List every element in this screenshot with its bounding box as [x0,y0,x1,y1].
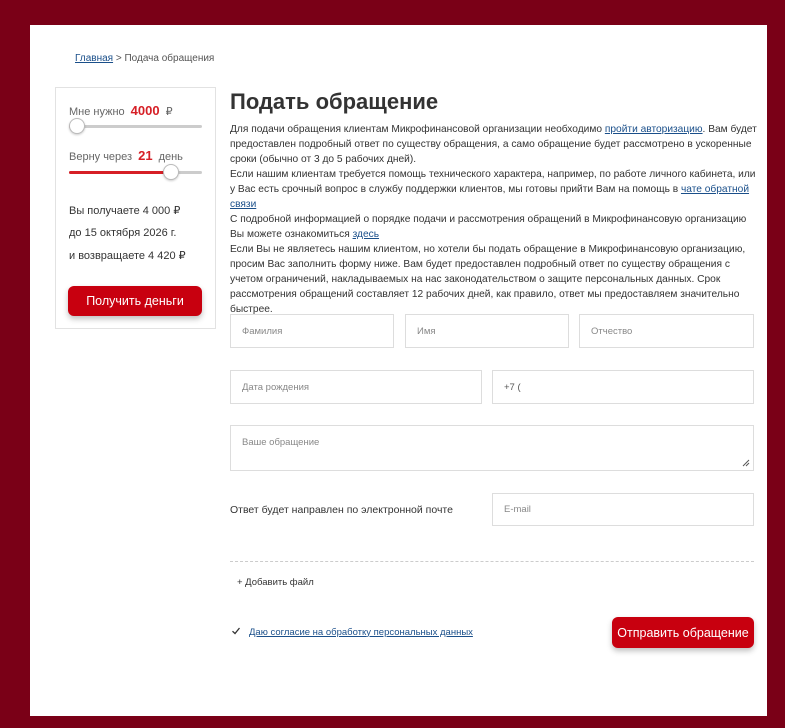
return-date: до 15 октября 2026 г. [69,227,177,239]
amount-label: Мне нужно [69,106,125,118]
amount-value: 4000 [130,103,160,118]
submit-button[interactable]: Отправить обращение [612,617,754,648]
amount-row: Мне нужно 4000 ₽ [69,103,173,118]
form-divider [230,561,754,562]
details-link[interactable]: здесь [353,229,379,240]
content-panel: Главная > Подача обращения Мне нужно 4000… [30,25,767,716]
term-slider-handle[interactable] [163,164,180,180]
add-file-button[interactable]: + Добавить файл [237,577,314,588]
intro-paragraph-1: Для подачи обращения клиентам Микрофинан… [230,122,758,167]
last-name-input[interactable] [230,314,394,348]
consent-link[interactable]: Даю согласие на обработку персональных д… [249,627,473,638]
middle-name-input[interactable] [579,314,754,348]
intro-paragraph-4: Если Вы не являетесь нашим клиентом, но … [230,244,746,315]
intro-text: Для подачи обращения клиентам Микрофинан… [230,122,758,317]
consent-row: Даю согласие на обработку персональных д… [230,626,473,638]
resize-handle-icon[interactable] [742,459,750,467]
amount-slider[interactable] [69,118,202,134]
term-label: Верну через [69,151,133,163]
birth-date-input[interactable] [230,370,482,404]
term-row: Верну через 21 день [69,148,183,163]
loan-calculator: Мне нужно 4000 ₽ Верну через 21 день Вы полу… [55,87,216,329]
breadcrumb-home-link[interactable]: Главная [75,53,113,64]
term-value: 21 [138,148,153,163]
amount-slider-handle[interactable] [69,118,85,134]
intro-p1-text: Для подачи обращения клиентам Микрофинан… [230,124,605,135]
email-input[interactable] [492,493,754,526]
term-slider-fill [69,171,172,174]
get-money-button[interactable]: Получить деньги [68,286,202,316]
message-field [230,425,754,471]
intro-p3-text: С подробной информацией о порядке подачи… [230,214,747,240]
email-label: Ответ будет направлен по электронной поч… [230,504,453,516]
message-textarea[interactable] [230,425,754,471]
breadcrumb-current: Подача обращения [124,53,215,64]
intro-paragraph-2: Если нашим клиентам требуется помощь тех… [230,167,758,212]
phone-input[interactable] [492,370,754,404]
first-name-input[interactable] [405,314,569,348]
page-title: Подать обращение [230,89,439,114]
return-amount: и возвращаете 4 420 ₽ [69,250,186,262]
checkmark-icon [232,627,241,635]
consent-checkbox[interactable] [230,626,242,638]
login-link[interactable]: пройти авторизацию [605,124,703,135]
term-unit: день [158,151,183,163]
term-slider[interactable] [69,164,202,180]
breadcrumb-separator: > [115,53,122,64]
breadcrumb: Главная > Подача обращения [75,53,214,64]
intro-paragraph-3: С подробной информацией о порядке подачи… [230,212,758,242]
receive-amount: Вы получаете 4 000 ₽ [69,205,181,217]
intro-p2-text: Если нашим клиентам требуется помощь тех… [230,169,756,195]
amount-unit: ₽ [165,106,173,118]
